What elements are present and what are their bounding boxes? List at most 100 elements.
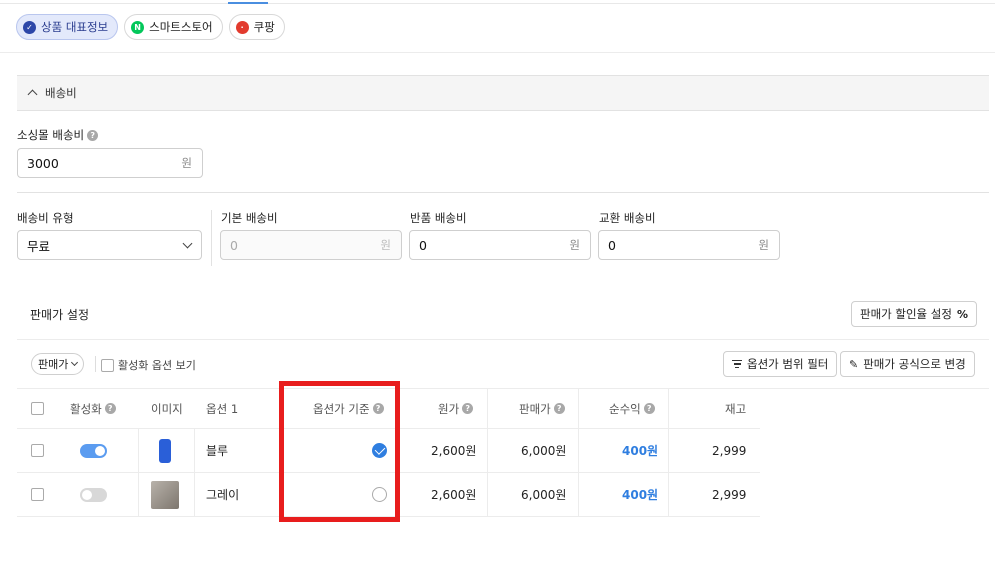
label-text: 교환 배송비: [599, 211, 656, 225]
help-icon[interactable]: ?: [553, 403, 565, 414]
tab-smartstore[interactable]: N 스마트스토어: [124, 14, 223, 40]
input-placeholder: 0: [230, 237, 238, 253]
unit-label: 원: [569, 238, 580, 252]
select-all-checkbox[interactable]: [31, 402, 44, 415]
channel-tabs: ✓ 상품 대표정보 N 스마트스토어 · 쿠팡: [16, 14, 285, 40]
chevron-down-icon: [182, 238, 193, 248]
row-checkbox[interactable]: [31, 488, 44, 501]
column-divider: [487, 389, 488, 428]
column-divider: [487, 473, 488, 516]
exchange-shipping-input[interactable]: 0 원: [598, 230, 780, 260]
return-shipping-label: 반품 배송비: [410, 210, 467, 226]
tab-label: 스마트스토어: [149, 20, 213, 34]
row-checkbox[interactable]: [31, 444, 44, 457]
header-image: 이미지: [151, 401, 183, 416]
discount-rate-button[interactable]: 판매가 할인율 설정 %: [851, 301, 977, 327]
top-divider: [0, 3, 995, 4]
active-toggle-cell: [80, 429, 107, 472]
help-icon[interactable]: ?: [462, 403, 474, 414]
button-label: 옵션가 범위 필터: [747, 357, 829, 371]
thumbnail-cell: [151, 473, 179, 516]
column-divider: [668, 389, 669, 428]
sourcing-shipping-label: 소싱몰 배송비 ?: [17, 127, 99, 143]
tab-coupang[interactable]: · 쿠팡: [228, 14, 285, 40]
filter-icon: [732, 360, 742, 368]
highlight-box: [279, 381, 400, 522]
header-label: 판매가: [519, 401, 551, 416]
column-divider: [194, 429, 195, 472]
product-thumbnail[interactable]: [151, 436, 179, 465]
checkbox[interactable]: [101, 358, 114, 372]
product-thumbnail[interactable]: [151, 480, 179, 509]
input-value: 3000: [27, 155, 59, 171]
price-value: 6,000원: [521, 444, 567, 458]
cost-value: 2,600원: [431, 488, 477, 502]
return-shipping-input[interactable]: 0 원: [409, 230, 591, 260]
label-text: 반품 배송비: [410, 211, 467, 225]
unit-label: 원: [380, 238, 391, 252]
active-toggle-cell: [80, 473, 107, 516]
option-name: 블루: [206, 444, 229, 458]
price-mode-select[interactable]: 판매가: [31, 353, 85, 375]
active-toggle[interactable]: [80, 487, 107, 502]
tab-label: 쿠팡: [253, 20, 275, 34]
header-profit: 순수익?: [609, 389, 655, 428]
shipping-type-select[interactable]: 무료: [17, 230, 202, 260]
column-divider: [578, 429, 579, 472]
header-cost: 원가?: [438, 389, 474, 428]
toggle-knob: [82, 489, 92, 500]
section-title: 배송비: [45, 86, 77, 100]
tab-product-info[interactable]: ✓ 상품 대표정보: [16, 14, 119, 40]
column-divider: [668, 473, 669, 516]
sourcing-shipping-input[interactable]: 3000 원: [17, 148, 203, 178]
profit-value: 400원: [622, 444, 659, 458]
input-value: 0: [608, 237, 616, 253]
header-stock: 재고: [725, 401, 747, 416]
thumbnail-cell: [151, 429, 179, 472]
help-icon[interactable]: ?: [643, 403, 655, 414]
option-name: 그레이: [206, 488, 240, 502]
label-text: 소싱몰 배송비: [17, 128, 85, 142]
vertical-divider: [211, 210, 212, 266]
base-shipping-input[interactable]: 0 원: [220, 230, 402, 260]
shipping-type-label: 배송비 유형: [17, 210, 74, 226]
percent-icon: %: [956, 307, 968, 321]
column-divider: [578, 473, 579, 516]
chevron-up-icon: [27, 89, 38, 100]
pencil-icon: ✎: [849, 357, 859, 371]
check-circle-icon: ✓: [23, 20, 36, 34]
cost-value: 2,600원: [431, 444, 477, 458]
divider: [0, 52, 995, 53]
divider: [17, 339, 989, 340]
vertical-divider: [95, 356, 96, 372]
header-label: 활성화: [70, 401, 102, 416]
coupang-icon: ·: [235, 20, 249, 34]
button-label: 판매가 할인율 설정: [860, 307, 952, 321]
base-shipping-label: 기본 배송비: [221, 210, 278, 226]
checkbox-label: 활성화 옵션 보기: [118, 359, 196, 372]
label-text: 배송비 유형: [17, 211, 74, 225]
active-toggle[interactable]: [80, 443, 107, 458]
naver-icon: N: [131, 20, 145, 34]
chevron-down-icon: [71, 358, 79, 367]
unit-label: 원: [758, 238, 769, 252]
header-active: 활성화?: [70, 389, 116, 428]
show-inactive-checkbox[interactable]: 활성화 옵션 보기: [101, 357, 196, 373]
shipping-section-toggle[interactable]: 배송비: [17, 75, 989, 111]
help-icon[interactable]: ?: [87, 129, 99, 141]
option-price-filter-button[interactable]: 옵션가 범위 필터: [723, 351, 838, 377]
profit-value: 400원: [622, 488, 659, 502]
button-label: 판매가 공식으로 변경: [863, 357, 966, 371]
pricing-title: 판매가 설정: [30, 308, 90, 322]
column-divider: [138, 473, 139, 516]
toggle-knob: [95, 445, 105, 456]
column-divider: [194, 473, 195, 516]
help-icon[interactable]: ?: [104, 403, 116, 414]
price-formula-button[interactable]: ✎ 판매가 공식으로 변경: [840, 351, 975, 377]
row-checkbox-cell: [31, 473, 44, 516]
label-text: 기본 배송비: [221, 211, 278, 225]
header-price: 판매가?: [519, 389, 565, 428]
header-label: 원가: [438, 401, 460, 416]
row-checkbox-cell: [31, 429, 44, 472]
column-divider: [138, 429, 139, 472]
